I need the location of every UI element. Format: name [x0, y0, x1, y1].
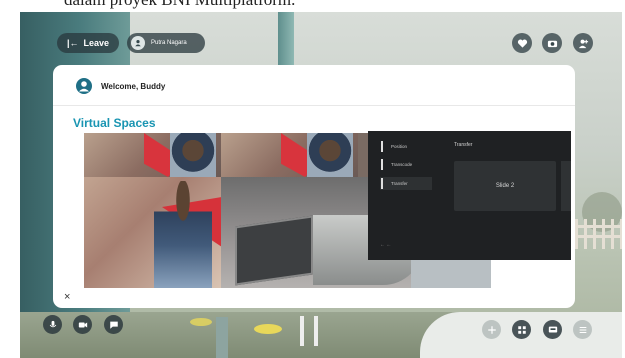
user-name: Putra Nagara — [151, 40, 187, 46]
preview-tile — [84, 133, 221, 177]
panel-title: Transfer — [454, 142, 473, 148]
chat-icon[interactable] — [104, 315, 123, 334]
panel-nav-transcode[interactable]: Transcode — [380, 158, 432, 171]
exit-icon: |← — [66, 38, 79, 48]
grid-icon[interactable] — [512, 320, 531, 339]
presentation-panel: Position Transcode Transfer Transfer Sli… — [368, 131, 571, 260]
user-icon — [131, 36, 145, 50]
caption-text: dalam proyek BNI Multiplatform. — [0, 0, 625, 10]
video-icon[interactable] — [73, 315, 92, 334]
menu-icon[interactable] — [573, 320, 592, 339]
panel-nav-position[interactable]: Position — [380, 140, 432, 153]
scene-disc — [190, 318, 212, 326]
slide-card[interactable]: Slide 2 — [454, 161, 556, 211]
welcome-text: Welcome, Buddy — [101, 82, 166, 91]
heart-icon[interactable] — [512, 33, 532, 53]
slide-card-next[interactable] — [561, 161, 571, 211]
slide-label: Slide 2 — [495, 183, 515, 189]
preview-poster — [84, 177, 221, 288]
modal-header: Welcome, Buddy — [53, 65, 575, 106]
leave-button[interactable]: |← Leave — [57, 33, 119, 53]
close-icon[interactable]: × — [64, 291, 70, 303]
plus-icon[interactable] — [482, 320, 501, 339]
panel-footer: ← ← — [380, 242, 392, 248]
user-badge[interactable]: Putra Nagara — [127, 33, 205, 53]
avatar — [76, 78, 92, 94]
camera-icon[interactable] — [542, 33, 562, 53]
user-add-icon[interactable] — [573, 33, 593, 53]
scene-post — [216, 317, 228, 358]
scene-fence — [575, 219, 622, 249]
preview-tile — [221, 133, 358, 177]
leave-label: Leave — [83, 38, 110, 48]
panel-nav-transfer[interactable]: Transfer — [380, 177, 432, 190]
screen-share-icon[interactable] — [543, 320, 562, 339]
section-title: Virtual Spaces — [73, 116, 156, 130]
avatar-figure — [292, 310, 326, 358]
microphone-icon[interactable] — [43, 315, 62, 334]
scene-disc — [254, 324, 282, 334]
